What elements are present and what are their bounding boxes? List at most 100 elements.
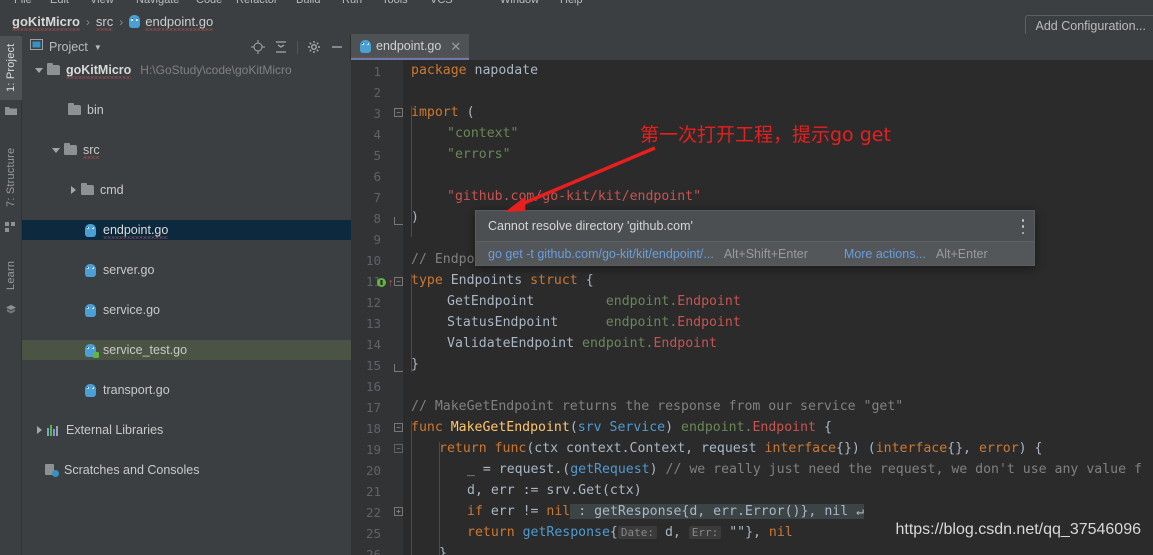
sidebar-item-structure[interactable]: 7: Structure <box>0 138 22 216</box>
tree-item-endpoint-go[interactable]: endpoint.go <box>22 220 351 240</box>
breadcrumb-project[interactable]: goKitMicro <box>12 14 80 29</box>
libraries-icon <box>47 424 60 436</box>
breadcrumb-separator-1: › <box>86 15 90 29</box>
breadcrumb-folder-src[interactable]: src <box>96 14 113 29</box>
tree-item-label: service_test.go <box>103 343 187 357</box>
chevron-down-icon[interactable] <box>51 145 62 156</box>
fold-expand-if-icon[interactable]: + <box>394 507 403 516</box>
param-hint-err: Err: <box>689 526 722 539</box>
line-number: 10 <box>341 253 381 268</box>
project-tool-window: Project ▼ <box>22 34 351 555</box>
tree-item-service-test-go[interactable]: service_test.go <box>22 340 351 360</box>
line-number: 15 <box>341 358 381 373</box>
line-number: 8 <box>341 211 381 226</box>
more-actions-shortcut: Alt+Enter <box>936 247 988 261</box>
settings-gear-icon[interactable] <box>307 40 321 54</box>
line-number: 17 <box>341 400 381 415</box>
go-file-icon <box>360 40 371 53</box>
code-line-25: return getResponse{Date: d, Err: ""}, ni… <box>467 522 793 543</box>
run-test-icon[interactable] <box>377 278 386 290</box>
menu-bar: File Edit View Navigate Code Refactor Bu… <box>0 0 1153 9</box>
menu-item-navigate[interactable]: Navigate <box>136 0 179 6</box>
menu-item-refactor[interactable]: Refactor <box>236 0 278 6</box>
go-test-file-icon <box>85 344 96 357</box>
code-line-13: StatusEndpoint endpoint.Endpoint <box>447 312 741 333</box>
chevron-right-icon[interactable] <box>34 425 45 436</box>
more-options-icon[interactable] <box>1021 219 1025 234</box>
folder-icon <box>47 65 60 75</box>
menu-item-file[interactable]: File <box>14 0 32 6</box>
annotation-text: 第一次打开工程，提示go get <box>640 120 891 147</box>
line-number: 18 <box>341 421 381 436</box>
tree-item-server-go[interactable]: server.go <box>22 260 351 280</box>
tree-item-service-go[interactable]: service.go <box>22 300 351 320</box>
breadcrumb-file[interactable]: endpoint.go <box>145 14 213 29</box>
tree-item-transport-go[interactable]: transport.go <box>22 380 351 400</box>
chevron-right-icon[interactable] <box>68 185 79 196</box>
implemented-marker-icon[interactable]: ↑ <box>388 277 394 289</box>
fold-collapse-import-icon[interactable]: − <box>394 108 403 117</box>
tree-item-external-libraries[interactable]: External Libraries <box>22 420 351 440</box>
tree-item-label: service.go <box>103 303 160 317</box>
tab-label: endpoint.go <box>376 39 441 53</box>
tree-item-cmd[interactable]: cmd <box>22 180 351 200</box>
menu-item-window[interactable]: Window <box>500 0 539 6</box>
go-file-icon <box>85 264 96 277</box>
tab-endpoint-go[interactable]: endpoint.go ✕ <box>351 34 469 60</box>
menu-item-help[interactable]: Help <box>560 0 583 6</box>
chevron-down-icon[interactable]: ▼ <box>94 43 102 52</box>
code-line-17: // MakeGetEndpoint returns the response … <box>411 396 903 417</box>
locate-icon[interactable] <box>251 40 265 54</box>
code-line-12: GetEndpoint endpoint.Endpoint <box>447 291 741 312</box>
hide-panel-icon[interactable] <box>330 40 344 54</box>
more-actions-link[interactable]: More actions... <box>844 247 926 261</box>
chevron-down-icon[interactable] <box>34 65 45 76</box>
add-configuration-button[interactable]: Add Configuration... <box>1025 15 1153 36</box>
code-line-14: ValidateEndpoint endpoint.Endpoint <box>447 333 717 354</box>
menu-item-vcs[interactable]: VCS <box>430 0 453 6</box>
code-line-1: package napodate <box>411 60 538 81</box>
scratches-icon <box>45 464 58 476</box>
learn-icon <box>5 302 17 314</box>
menu-item-tools[interactable]: Tools <box>382 0 408 6</box>
editor-gutter[interactable]: 1 2 3 4 5 6 7 8 9 10 11 12 13 14 15 16 1… <box>351 60 403 555</box>
menu-item-run[interactable]: Run <box>342 0 362 6</box>
sidebar-item-learn[interactable]: Learn <box>0 252 22 298</box>
fold-collapse-func-icon[interactable]: − <box>394 423 403 432</box>
sidebar-item-project[interactable]: 1: Project <box>0 36 22 100</box>
code-line-3: import ( <box>411 102 475 123</box>
line-number: 14 <box>341 337 381 352</box>
folded-code-region[interactable]: : getResponse{d, err.Error()}, nil ↵ <box>570 504 864 519</box>
close-icon[interactable]: ✕ <box>450 40 461 53</box>
code-line-20: _ = request.(getRequest) // we really ju… <box>467 459 1142 480</box>
param-hint-date: Date: <box>618 526 657 539</box>
menu-item-build[interactable]: Build <box>296 0 320 6</box>
line-number: 9 <box>341 232 381 247</box>
test-badge-icon <box>93 352 99 358</box>
line-number: 1 <box>341 64 381 79</box>
line-number: 5 <box>341 148 381 163</box>
menu-item-view[interactable]: View <box>90 0 114 6</box>
code-line-21: d, err := srv.Get(ctx) <box>467 480 642 501</box>
breadcrumb: goKitMicro › src › endpoint.go <box>12 14 213 29</box>
tree-item-bin[interactable]: bin <box>22 100 351 120</box>
navigation-bar: goKitMicro › src › endpoint.go Add Confi… <box>0 9 1153 34</box>
line-number: 6 <box>341 169 381 184</box>
editor-tab-bar: endpoint.go ✕ <box>351 34 1153 60</box>
tree-item-src[interactable]: src <box>22 140 351 160</box>
go-get-action-link[interactable]: go get -t github.com/go-kit/kit/endpoint… <box>488 247 714 261</box>
fold-collapse-struct-icon[interactable]: − <box>394 277 403 286</box>
tree-item-gokitmicro[interactable]: goKitMicro H:\GoStudy\code\goKitMicro <box>22 60 351 80</box>
project-icon <box>5 104 17 116</box>
tree-item-scratches-consoles[interactable]: Scratches and Consoles <box>22 460 351 480</box>
project-panel-title: Project <box>49 40 88 54</box>
fold-collapse-return-icon[interactable]: − <box>394 444 403 453</box>
code-line-26: } <box>439 543 447 555</box>
tree-item-label: transport.go <box>103 383 170 397</box>
menu-item-code[interactable]: Code <box>196 0 222 6</box>
menu-item-edit[interactable]: Edit <box>50 0 69 6</box>
tree-item-label: cmd <box>100 183 124 197</box>
ide-window: File Edit View Navigate Code Refactor Bu… <box>0 0 1153 555</box>
collapse-all-icon[interactable] <box>274 40 288 54</box>
toolbar-divider <box>297 41 298 54</box>
